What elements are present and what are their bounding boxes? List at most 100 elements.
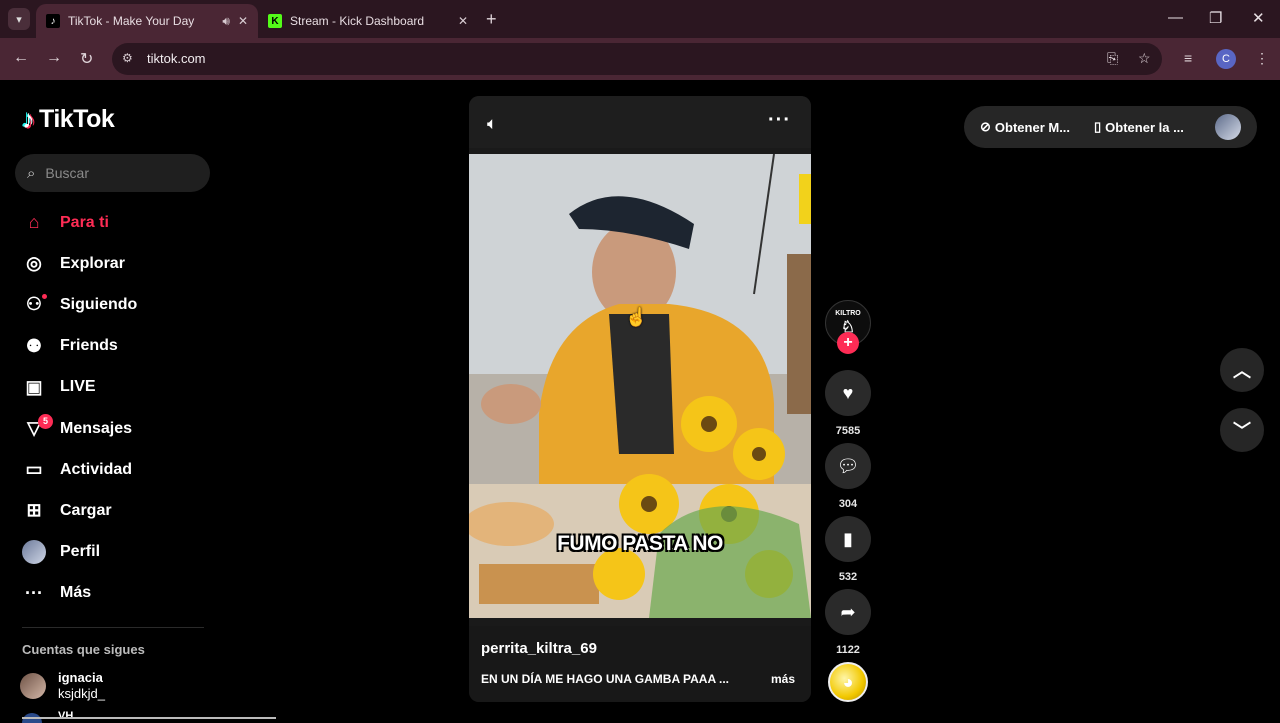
close-tab-icon[interactable]: ✕ (238, 14, 248, 28)
user-avatar[interactable] (1215, 114, 1241, 140)
save-button[interactable]: ▮ (825, 516, 871, 562)
close-window-icon[interactable]: ✕ (1252, 9, 1265, 27)
media-control-icon[interactable]: ≡ (1184, 50, 1192, 66)
video-caption: perrita_kiltra_69 EN UN DÍA ME HAGO UNA … (469, 626, 811, 702)
following-section-title: Cuentas que sigues (22, 642, 145, 657)
chevron-down-icon: ﹀ (1233, 421, 1251, 441)
close-tab-icon[interactable]: ✕ (458, 14, 468, 28)
previous-video-button[interactable]: ︿ (1220, 348, 1264, 392)
mouse-cursor-icon: ☝ (625, 307, 648, 327)
comment-button[interactable]: 💬︎ (825, 443, 871, 489)
sidebar-item-label: Actividad (60, 460, 133, 478)
video-subtitle: FUMO PASTA NO (557, 532, 723, 555)
restore-icon[interactable]: ❐ (1209, 9, 1222, 27)
get-coins-button[interactable]: ⊘ Obtener M... (980, 119, 1070, 135)
tab-tiktok[interactable]: ♪ TikTok - Make Your Day 🔊︎ ✕ (36, 4, 258, 38)
search-icon: ⌕ (27, 164, 36, 182)
horizontal-scrollbar[interactable] (22, 717, 276, 719)
logo-text: TikTok (39, 105, 115, 133)
next-video-button[interactable]: ﹀ (1220, 408, 1264, 452)
notification-dot (42, 294, 47, 300)
account-name[interactable]: VH (58, 710, 73, 722)
sidebar-item-siguiendo[interactable]: ⚇ Siguiendo (22, 284, 137, 325)
share-icon: ➦ (840, 601, 856, 622)
forward-icon[interactable]: → (46, 49, 62, 67)
new-tab-icon[interactable]: + (486, 9, 497, 30)
bookmark-star-icon[interactable]: ☆ (1138, 50, 1151, 67)
reload-icon[interactable]: ↻ (80, 49, 93, 69)
sidebar-divider (22, 627, 204, 628)
browser-toolbar: ← → ↻ ⚙ tiktok.com ⎘ ☆ ≡ C ⋮ (0, 38, 1280, 80)
video-card: 🔈︎ ··· FUMO PASTA NO ☝ perrita_kiltra_69… (469, 96, 811, 702)
tiktok-logo[interactable]: ♪ TikTok (22, 104, 115, 135)
sidebar-item-friends[interactable]: ⚉ Friends (22, 326, 137, 367)
video-player[interactable]: FUMO PASTA NO ☝ (469, 154, 811, 618)
get-app-button[interactable]: ▯ Obtener la ... (1094, 119, 1184, 135)
chevron-up-icon: ︿ (1233, 361, 1251, 381)
messages-badge: 5 (38, 413, 53, 429)
more-options-icon[interactable]: ··· (768, 109, 791, 132)
following-account[interactable]: ignacia ksjdkjd_ (20, 670, 105, 702)
save-action: ▮ 532 (825, 516, 871, 583)
url-text[interactable]: tiktok.com (147, 51, 206, 66)
tab-title: Stream - Kick Dashboard (290, 14, 425, 28)
account-name: ignacia (58, 670, 103, 685)
share-count: 1122 (836, 644, 860, 656)
speaker-icon[interactable]: 🔊︎ (222, 14, 230, 29)
music-disc-icon[interactable]: ◕ (828, 662, 868, 702)
sidebar-item-label: Friends (60, 337, 118, 355)
sidebar-item-mas[interactable]: ··· Más (22, 573, 137, 614)
sidebar-item-perfil[interactable]: Perfil (22, 532, 137, 573)
profile-avatar[interactable]: C (1216, 49, 1236, 69)
sidebar-item-label: LIVE (60, 378, 96, 396)
tab-kick[interactable]: K Stream - Kick Dashboard ✕ (258, 4, 478, 38)
search-placeholder: Buscar (45, 165, 89, 181)
install-app-icon[interactable]: ⎘ (1107, 50, 1118, 67)
sidebar-item-cargar[interactable]: ⊞ Cargar (22, 490, 137, 531)
like-action: ♥ 7585 (825, 370, 871, 437)
browser-tab-bar: ▾ ♪ TikTok - Make Your Day 🔊︎ ✕ K Stream… (0, 0, 1280, 38)
sidebar-item-para-ti[interactable]: ⌂ Para ti (22, 202, 137, 243)
tiktok-note-icon: ♪ (22, 104, 35, 134)
address-bar[interactable]: ⚙ tiktok.com (112, 43, 1162, 75)
upload-icon: ⊞ (26, 500, 42, 521)
avatar (20, 673, 46, 699)
save-count: 532 (838, 571, 858, 583)
like-button[interactable]: ♥ (825, 370, 871, 416)
live-icon: ▣ (25, 376, 43, 397)
volume-icon[interactable]: 🔈︎ (487, 114, 497, 134)
comment-icon: 💬︎ (836, 455, 860, 476)
sidebar-item-label: Siguiendo (60, 295, 138, 313)
get-app-bar: ⊘ Obtener M... ▯ Obtener la ... (964, 106, 1257, 148)
phone-icon: ▯ (1094, 119, 1102, 134)
show-more-link[interactable]: más (771, 672, 795, 686)
sidebar-item-label: Mensajes (60, 419, 133, 437)
sidebar-item-live[interactable]: ▣ LIVE (22, 367, 137, 408)
sidebar-item-label: Explorar (60, 254, 125, 272)
menu-kebab-icon[interactable]: ⋮ (1255, 50, 1269, 67)
search-input[interactable]: ⌕ Buscar (15, 154, 210, 192)
site-info-icon[interactable]: ⚙ (122, 51, 133, 65)
coin-icon: ⊘ (980, 119, 991, 134)
back-icon[interactable]: ← (13, 49, 29, 67)
sidebar-item-actividad[interactable]: ▭ Actividad (22, 449, 137, 490)
sidebar-item-label: Cargar (60, 501, 112, 519)
compass-icon: ◎ (26, 253, 42, 274)
comment-count: 304 (838, 498, 858, 510)
sidebar-item-mensajes[interactable]: ▽ 5 Mensajes (22, 408, 137, 449)
sidebar-item-label: Más (60, 584, 92, 602)
get-app-label: Obtener la ... (1105, 119, 1184, 135)
minimize-icon[interactable]: — (1168, 9, 1183, 26)
profile-avatar (22, 540, 46, 565)
video-username[interactable]: perrita_kiltra_69 (481, 640, 597, 657)
tiktok-page: ♪ TikTok ⌕ Buscar ⌂ Para ti ◎ Explorar ⚇… (0, 80, 1280, 723)
video-controls-top: 🔈︎ ··· (469, 96, 811, 148)
sidebar-item-label: Para ti (60, 213, 109, 231)
follow-button[interactable]: + (837, 332, 859, 354)
more-icon: ··· (25, 582, 43, 603)
heart-icon: ♥ (842, 382, 854, 403)
share-action: ➦ 1122 (825, 589, 871, 656)
sidebar-item-explorar[interactable]: ◎ Explorar (22, 243, 137, 284)
share-button[interactable]: ➦ (825, 589, 871, 635)
tab-search-button[interactable]: ▾ (8, 8, 30, 30)
